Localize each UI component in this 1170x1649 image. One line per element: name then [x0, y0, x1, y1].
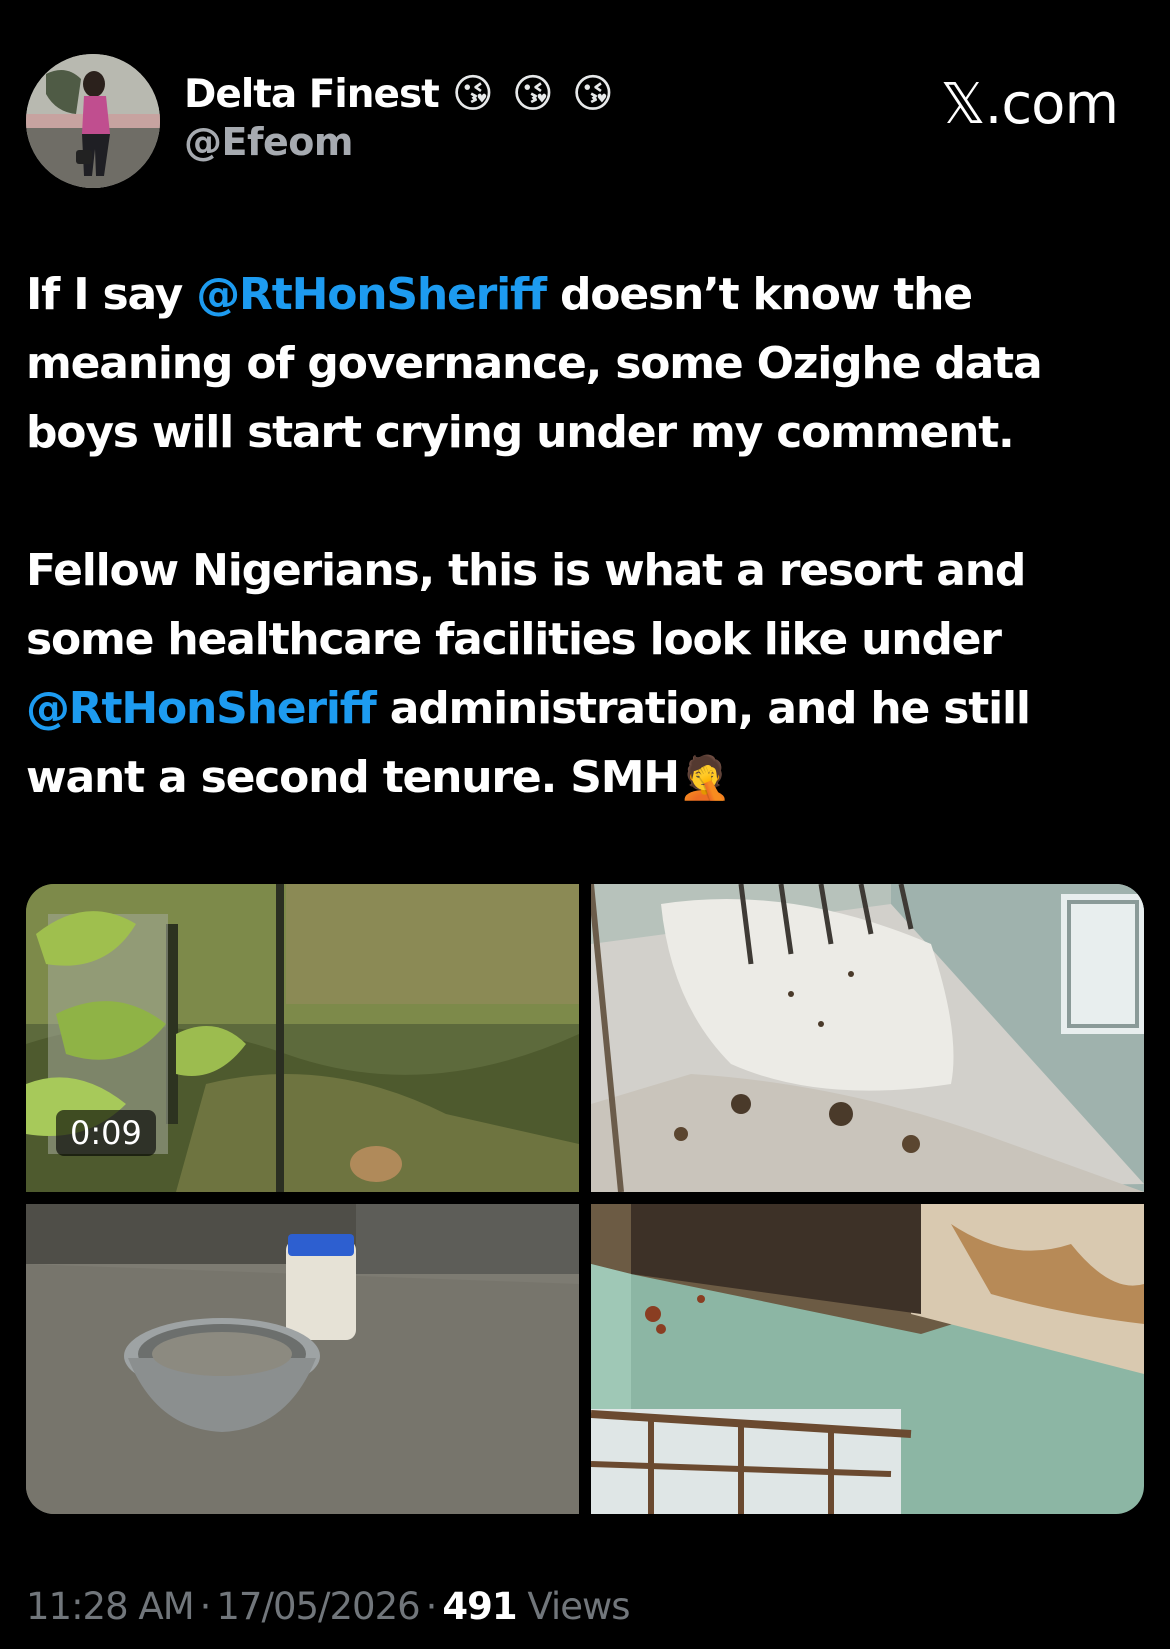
- user-handle[interactable]: @Efeom: [184, 120, 619, 164]
- photo-thumbnail: [591, 1204, 1144, 1514]
- avatar[interactable]: [26, 54, 160, 188]
- tweet-text: If I say @RtHonSheriff doesn’t know the …: [26, 260, 1136, 812]
- mention-link[interactable]: @RtHonSheriff: [196, 269, 547, 320]
- avatar-image: [26, 54, 160, 188]
- tweet-page: Delta Finest 😘 😘 😘 @Efeom 𝕏.com If I say…: [0, 0, 1170, 1649]
- media-photo-bed[interactable]: [591, 884, 1144, 1192]
- text-segment: If I say: [26, 269, 197, 320]
- media-grid: 0:09: [26, 884, 1144, 1514]
- tweet-date[interactable]: 17/05/2026: [216, 1585, 420, 1628]
- photo-thumbnail: [591, 884, 1144, 1192]
- x-brand-logo: 𝕏.com: [940, 72, 1119, 137]
- kiss-emoji-icon: 😘: [451, 71, 494, 117]
- display-name-row: Delta Finest 😘 😘 😘: [184, 68, 619, 120]
- tweet-time[interactable]: 11:28 AM: [26, 1585, 195, 1628]
- text-segment: Fellow Nigerians, this is what a resort …: [26, 545, 1026, 665]
- mention-link[interactable]: @RtHonSheriff: [26, 683, 377, 734]
- media-photo-bowl[interactable]: [26, 1204, 579, 1514]
- display-name[interactable]: Delta Finest: [184, 72, 440, 117]
- separator: ·: [425, 1585, 438, 1628]
- tweet-paragraph-1: If I say @RtHonSheriff doesn’t know the …: [26, 260, 1136, 467]
- video-duration-badge: 0:09: [56, 1110, 156, 1156]
- tweet-paragraph-2: Fellow Nigerians, this is what a resort …: [26, 536, 1136, 812]
- media-video-bush[interactable]: 0:09: [26, 884, 579, 1192]
- views-count: 491: [442, 1585, 517, 1628]
- photo-thumbnail: [26, 1204, 579, 1514]
- tweet-meta: 11:28 AM · 17/05/2026 · 491 Views: [26, 1585, 631, 1628]
- kiss-emoji-icon: 😘: [571, 71, 614, 117]
- user-info[interactable]: Delta Finest 😘 😘 😘 @Efeom: [184, 68, 619, 164]
- facepalm-emoji-icon: 🤦: [678, 753, 731, 802]
- views-label: Views: [527, 1585, 630, 1628]
- media-photo-ceiling[interactable]: [591, 1204, 1144, 1514]
- separator: ·: [199, 1585, 212, 1628]
- kiss-emoji-icon: 😘: [511, 71, 554, 117]
